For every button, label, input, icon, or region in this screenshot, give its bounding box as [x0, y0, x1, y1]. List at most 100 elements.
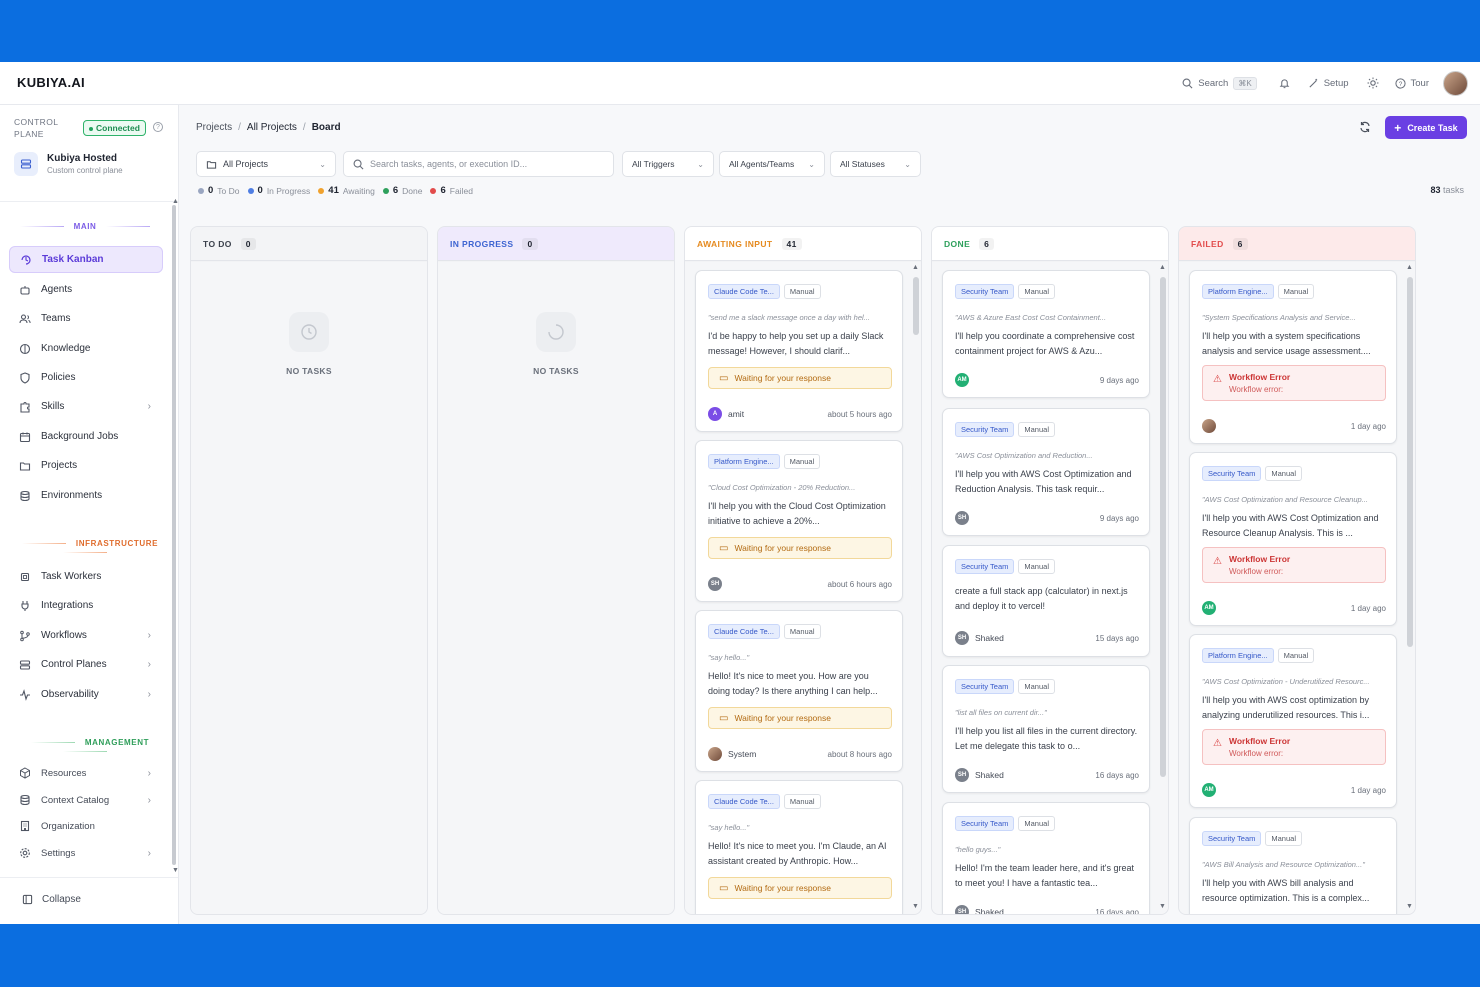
waiting-response-banner[interactable]: ▭ Waiting for your response [708, 537, 892, 559]
waiting-response-banner[interactable]: ▭ Waiting for your response [708, 877, 892, 899]
project-filter-select[interactable]: All Projects ⌄ [196, 151, 336, 177]
team-badge[interactable]: Security Team [955, 559, 1015, 574]
waiting-response-banner[interactable]: ▭ Waiting for your response [708, 367, 892, 389]
breadcrumb-projects[interactable]: Projects [196, 122, 232, 133]
task-card[interactable]: Security Team Manual "AWS & Azure East Cos… [942, 270, 1150, 398]
team-badge[interactable]: Claude Code Te... [708, 794, 780, 809]
column-header: FAILED 6 [1179, 227, 1415, 261]
scroll-down-icon[interactable]: ▼ [1406, 903, 1413, 910]
scrollbar[interactable] [1407, 277, 1413, 647]
task-card[interactable]: Platform Engine... Manual "System Specific… [1189, 270, 1397, 444]
task-prompt: "AWS Cost Optimization - Underutilized R… [1202, 677, 1370, 686]
sidebar-scrollbar[interactable] [172, 205, 176, 865]
theme-toggle[interactable] [1367, 77, 1379, 89]
task-card[interactable]: Security Team Manual "AWS Cost Optimizatio… [942, 408, 1150, 536]
team-badge[interactable]: Security Team [955, 422, 1015, 437]
team-badge[interactable]: Security Team [1202, 831, 1262, 846]
task-card[interactable]: Claude Code Te... Manual "say hello..." Hel… [695, 610, 903, 772]
timestamp: 1 day ago [1350, 785, 1386, 795]
setup-button[interactable]: Setup [1308, 78, 1349, 89]
task-card[interactable]: Platform Engine... Manual "AWS Cost Optimi… [1189, 634, 1397, 808]
statuses-filter-select[interactable]: All Statuses ⌄ [830, 151, 921, 177]
team-badge[interactable]: Security Team [955, 816, 1015, 831]
create-task-button[interactable]: + Create Task [1385, 116, 1467, 139]
sidebar-item-task-kanban[interactable]: Task Kanban [9, 246, 163, 273]
control-plane-selector[interactable]: Kubiya Hosted Custom control plane [14, 152, 123, 176]
user-avatar[interactable] [1443, 70, 1468, 96]
team-badge[interactable]: Platform Engine... [708, 454, 780, 469]
task-card[interactable]: Security Team Manual create a full stack a… [942, 545, 1150, 657]
task-card[interactable]: Security Team Manual "AWS Cost Optimizatio… [1189, 452, 1397, 626]
scroll-up-icon[interactable]: ▲ [912, 264, 919, 271]
help-icon[interactable]: ? [153, 122, 163, 132]
sidebar-item-resources[interactable]: Resources › [9, 761, 163, 785]
sidebar-item-knowledge[interactable]: Knowledge [9, 335, 163, 362]
sidebar-item-settings[interactable]: Settings › [9, 841, 163, 865]
triggers-filter-select[interactable]: All Triggers ⌄ [622, 151, 714, 177]
app-logo[interactable]: KUBIYA.AI [17, 75, 85, 90]
divider [0, 877, 178, 878]
team-badge[interactable]: Security Team [955, 284, 1015, 299]
sidebar-item-organization[interactable]: Organization [9, 814, 163, 838]
task-card[interactable]: Platform Engine... Manual "Cloud Cost Opti… [695, 440, 903, 602]
task-card[interactable]: Security Team Manual "list all files on cu… [942, 665, 1150, 793]
sidebar-item-context-catalog[interactable]: Context Catalog › [9, 788, 163, 812]
agents-filter-select[interactable]: All Agents/Teams ⌄ [719, 151, 825, 177]
team-badge[interactable]: Platform Engine... [1202, 284, 1274, 299]
app-window: KUBIYA.AI Search ⌘K Setup ? Tour CONTROL… [0, 62, 1480, 924]
team-badge[interactable]: Claude Code Te... [708, 284, 780, 299]
team-badge[interactable]: Security Team [955, 679, 1015, 694]
scroll-up-icon[interactable]: ▲ [1159, 264, 1166, 271]
folder-icon [206, 160, 217, 169]
sidebar-item-control-planes[interactable]: Control Planes › [9, 651, 163, 678]
user-name: System [728, 749, 757, 759]
timestamp: about 8 hours ago [827, 749, 893, 759]
breadcrumb-all-projects[interactable]: All Projects [247, 122, 297, 133]
card-tags: Platform Engine... Manual [1202, 284, 1315, 299]
task-response: Hello! It's nice to meet you. I'm Claude… [708, 841, 887, 866]
scroll-up-icon[interactable]: ▲ [1406, 264, 1413, 271]
task-card[interactable]: Security Team Manual "AWS Bill Analysis an… [1189, 817, 1397, 914]
timestamp: about 6 hours ago [827, 579, 893, 589]
sidebar-item-environments[interactable]: Environments [9, 482, 163, 509]
waiting-response-banner[interactable]: ▭ Waiting for your response [708, 707, 892, 729]
team-badge[interactable]: Security Team [1202, 466, 1262, 481]
chevron-right-icon: › [147, 401, 151, 412]
sidebar-item-background-jobs[interactable]: Background Jobs [9, 423, 163, 450]
sidebar-item-policies[interactable]: Policies [9, 364, 163, 391]
scrollbar[interactable] [913, 277, 919, 335]
legend-failed: 6 Failed [430, 185, 473, 196]
collapse-button[interactable]: Collapse [22, 894, 81, 905]
sun-icon [1367, 77, 1379, 89]
legend-in-progress: 0 In Progress [247, 185, 310, 196]
sidebar-item-workflows[interactable]: Workflows › [9, 622, 163, 649]
sidebar-item-label: Resources [41, 767, 87, 779]
notifications-button[interactable] [1279, 78, 1290, 89]
refresh-icon[interactable] [1359, 121, 1371, 133]
sidebar-item-task-workers[interactable]: Task Workers [9, 563, 163, 590]
search-input[interactable]: Search tasks, agents, or execution ID... [343, 151, 614, 177]
task-card[interactable]: Claude Code Te... Manual "say hello..." Hel… [695, 780, 903, 914]
task-card[interactable]: Claude Code Te... Manual "send me a slack … [695, 270, 903, 432]
sidebar-item-integrations[interactable]: Integrations [9, 592, 163, 619]
team-badge[interactable]: Platform Engine... [1202, 648, 1274, 663]
tour-button[interactable]: ? Tour [1394, 78, 1429, 89]
scroll-up-icon[interactable]: ▲ [172, 198, 179, 205]
alert-triangle-icon: ⚠ [1213, 738, 1222, 749]
scrollbar[interactable] [1160, 277, 1166, 777]
scroll-down-icon[interactable]: ▼ [1159, 903, 1166, 910]
sidebar-item-teams[interactable]: Teams [9, 305, 163, 332]
task-card[interactable]: Security Team Manual "hello guys..." Hello!… [942, 802, 1150, 914]
search-button[interactable]: Search ⌘K [1182, 76, 1257, 90]
sidebar-item-agents[interactable]: Agents [9, 276, 163, 303]
team-badge[interactable]: Claude Code Te... [708, 624, 780, 639]
sidebar-item-projects[interactable]: Projects [9, 452, 163, 479]
card-tags: Security Team Manual [955, 679, 1055, 694]
scroll-down-icon[interactable]: ▼ [172, 867, 179, 874]
card-footer: SH Shaked 16 days ago [955, 768, 1139, 782]
task-response: I'll help you list all files in the curr… [955, 726, 1138, 751]
users-icon [19, 313, 31, 325]
scroll-down-icon[interactable]: ▼ [912, 903, 919, 910]
sidebar-item-observability[interactable]: Observability › [9, 681, 163, 708]
sidebar-item-skills[interactable]: Skills › [9, 393, 163, 420]
